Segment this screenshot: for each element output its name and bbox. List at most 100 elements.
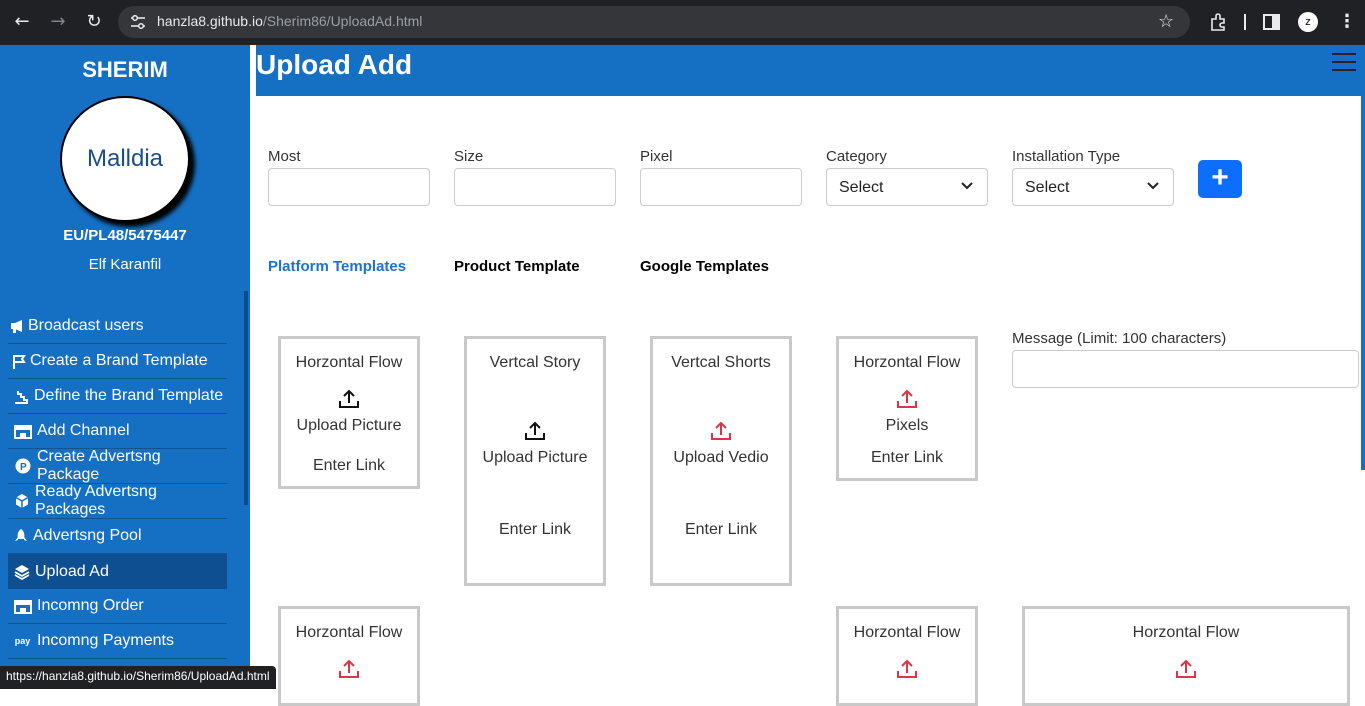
card-title: Horzontal Flow	[295, 354, 403, 371]
template-card-vertical-story[interactable]: Vertcal Story Upload Picture Enter Link	[464, 336, 606, 586]
upload-icon[interactable]	[896, 658, 918, 680]
card-title: Vertcal Story	[489, 354, 581, 371]
chevron-down-icon	[1147, 182, 1159, 190]
extensions-icon[interactable]	[1209, 13, 1227, 31]
pixels-label[interactable]: Pixels	[839, 417, 975, 435]
link-status-bar: https://hanzla8.github.io/Sherim86/Uploa…	[0, 666, 276, 689]
user-name: Elf Karanfil	[88, 256, 162, 273]
sidebar-item-label: Advertsng Pool	[33, 527, 142, 544]
pay-icon: pay	[14, 636, 31, 646]
add-button[interactable]: +	[1198, 160, 1242, 198]
sidebar: SHERIM Malldia EU/PL48/5475447 Elf Karan…	[0, 45, 250, 689]
tab-google-templates[interactable]: Google Templates	[640, 258, 769, 275]
browser-toolbar: ← → ↻ hanzla8.github.io/Sherim86/UploadA…	[0, 0, 1365, 45]
message-label: Message (Limit: 100 characters)	[1012, 330, 1227, 347]
enter-link-label[interactable]: Enter Link	[281, 457, 417, 475]
upload-icon[interactable]	[1175, 658, 1197, 680]
enter-link-label[interactable]: Enter Link	[467, 521, 603, 539]
sidebar-item-advertsng-pool[interactable]: Advertsng Pool	[8, 519, 227, 554]
enter-link-label[interactable]: Enter Link	[839, 449, 975, 467]
forward-icon[interactable]: →	[48, 12, 68, 32]
card-title: Horzontal Flow	[853, 624, 961, 641]
pixel-input[interactable]	[640, 168, 802, 206]
sidebar-scrollbar[interactable]	[244, 291, 248, 505]
back-icon[interactable]: ←	[12, 12, 32, 32]
reload-icon[interactable]: ↻	[84, 12, 104, 32]
upload-icon[interactable]	[710, 420, 732, 442]
upload-icon[interactable]	[338, 388, 360, 410]
template-card-horizontal-flow-pixels[interactable]: Horzontal Flow Pixels Enter Link	[836, 336, 978, 481]
sidebar-item-create-brand-template[interactable]: Create a Brand Template	[8, 344, 227, 379]
sidebar-item-create-advertsng-package[interactable]: P Create Advertsng Package	[8, 448, 227, 484]
menu-dots-icon[interactable]: ⋮	[1338, 11, 1356, 32]
page-header: Upload Add	[256, 45, 1362, 96]
sidebar-item-ready-advertsng-packages[interactable]: Ready Advertsng Packages	[8, 483, 227, 519]
category-label: Category	[826, 148, 887, 165]
sidebar-item-label: Upload Ad	[35, 562, 109, 580]
svg-text:P: P	[20, 462, 27, 473]
rocket-icon	[8, 528, 33, 544]
side-panel-icon[interactable]	[1263, 14, 1280, 30]
sidebar-item-label: Broadcast users	[28, 317, 144, 334]
sidebar-menu: Broadcast users Create a Brand Template …	[8, 309, 227, 659]
url-text: hanzla8.github.io/Sherim86/UploadAd.html	[157, 13, 423, 29]
upload-icon[interactable]	[338, 658, 360, 680]
sidebar-item-define-brand-template[interactable]: Define the Brand Template	[8, 379, 227, 414]
toolbar-divider	[1244, 14, 1246, 30]
store-icon	[8, 598, 37, 614]
upload-picture-label[interactable]: Upload Picture	[467, 449, 603, 467]
category-select-value: Select	[839, 179, 884, 196]
address-bar[interactable]: hanzla8.github.io/Sherim86/UploadAd.html…	[118, 6, 1190, 38]
card-title: Horzontal Flow	[295, 624, 403, 641]
upload-picture-label[interactable]: Upload Picture	[281, 417, 417, 435]
most-label: Most	[268, 148, 301, 165]
size-input[interactable]	[454, 168, 616, 206]
tab-platform-templates[interactable]: Platform Templates	[268, 258, 406, 275]
hamburger-menu-icon[interactable]	[1332, 53, 1356, 71]
template-card-horizontal-flow[interactable]: Horzontal Flow Upload Picture Enter Link	[278, 336, 420, 489]
sidebar-item-label: Add Channel	[37, 422, 130, 439]
upload-video-label[interactable]: Upload Vedio	[653, 449, 789, 467]
installation-type-select[interactable]: Select	[1012, 168, 1174, 206]
pixel-label: Pixel	[640, 148, 673, 165]
upload-icon[interactable]	[896, 388, 918, 410]
card-title: Horzontal Flow	[1132, 624, 1240, 641]
sidebar-item-label: Ready Advertsng Packages	[35, 483, 157, 518]
sidebar-item-upload-ad[interactable]: Upload Ad	[8, 554, 227, 589]
parking-icon: P	[8, 458, 37, 474]
template-card-horizontal-flow[interactable]: Horzontal Flow	[836, 606, 978, 706]
upload-icon[interactable]	[524, 420, 546, 442]
sidebar-item-label: Create a Brand Template	[30, 352, 208, 369]
sidebar-item-broadcast-users[interactable]: Broadcast users	[8, 309, 227, 344]
page-title: Upload Add	[256, 49, 413, 80]
sidebar-item-label: Define the Brand Template	[34, 387, 224, 404]
tab-product-template[interactable]: Product Template	[454, 258, 580, 275]
installation-type-select-value: Select	[1025, 179, 1070, 196]
cube-icon	[8, 493, 35, 509]
chevron-down-icon	[961, 182, 973, 190]
user-id: EU/PL48/5475447	[63, 227, 187, 244]
template-card-horizontal-flow-wide[interactable]: Horzontal Flow	[1022, 606, 1350, 706]
layers-icon	[8, 564, 35, 580]
sidebar-item-label: Incomng Payments	[37, 632, 174, 649]
message-input[interactable]	[1012, 350, 1359, 388]
sidebar-item-add-channel[interactable]: Add Channel	[8, 414, 227, 449]
bookmark-star-icon[interactable]: ☆	[1158, 11, 1174, 32]
sidebar-item-label: Create Advertsng Package	[37, 448, 161, 483]
template-card-vertical-shorts[interactable]: Vertcal Shorts Upload Vedio Enter Link	[650, 336, 792, 586]
most-input[interactable]	[268, 168, 430, 206]
sidebar-item-incomng-payments[interactable]: pay Incomng Payments	[8, 624, 227, 659]
megaphone-icon	[8, 318, 28, 334]
avatar-text: Malldia	[86, 145, 164, 172]
sidebar-item-incomng-order[interactable]: Incomng Order	[8, 589, 227, 624]
template-card-horizontal-flow[interactable]: Horzontal Flow	[278, 606, 420, 706]
sidebar-item-label: Incomng Order	[37, 597, 144, 614]
flag-icon	[8, 353, 30, 369]
profile-avatar[interactable]: z	[1298, 12, 1318, 32]
page-scrollbar[interactable]	[1361, 45, 1365, 470]
enter-link-label[interactable]: Enter Link	[653, 521, 789, 539]
installation-type-label: Installation Type	[1012, 148, 1121, 165]
card-title: Horzontal Flow	[853, 354, 961, 371]
category-select[interactable]: Select	[826, 168, 988, 206]
site-info-icon[interactable]	[130, 15, 146, 29]
